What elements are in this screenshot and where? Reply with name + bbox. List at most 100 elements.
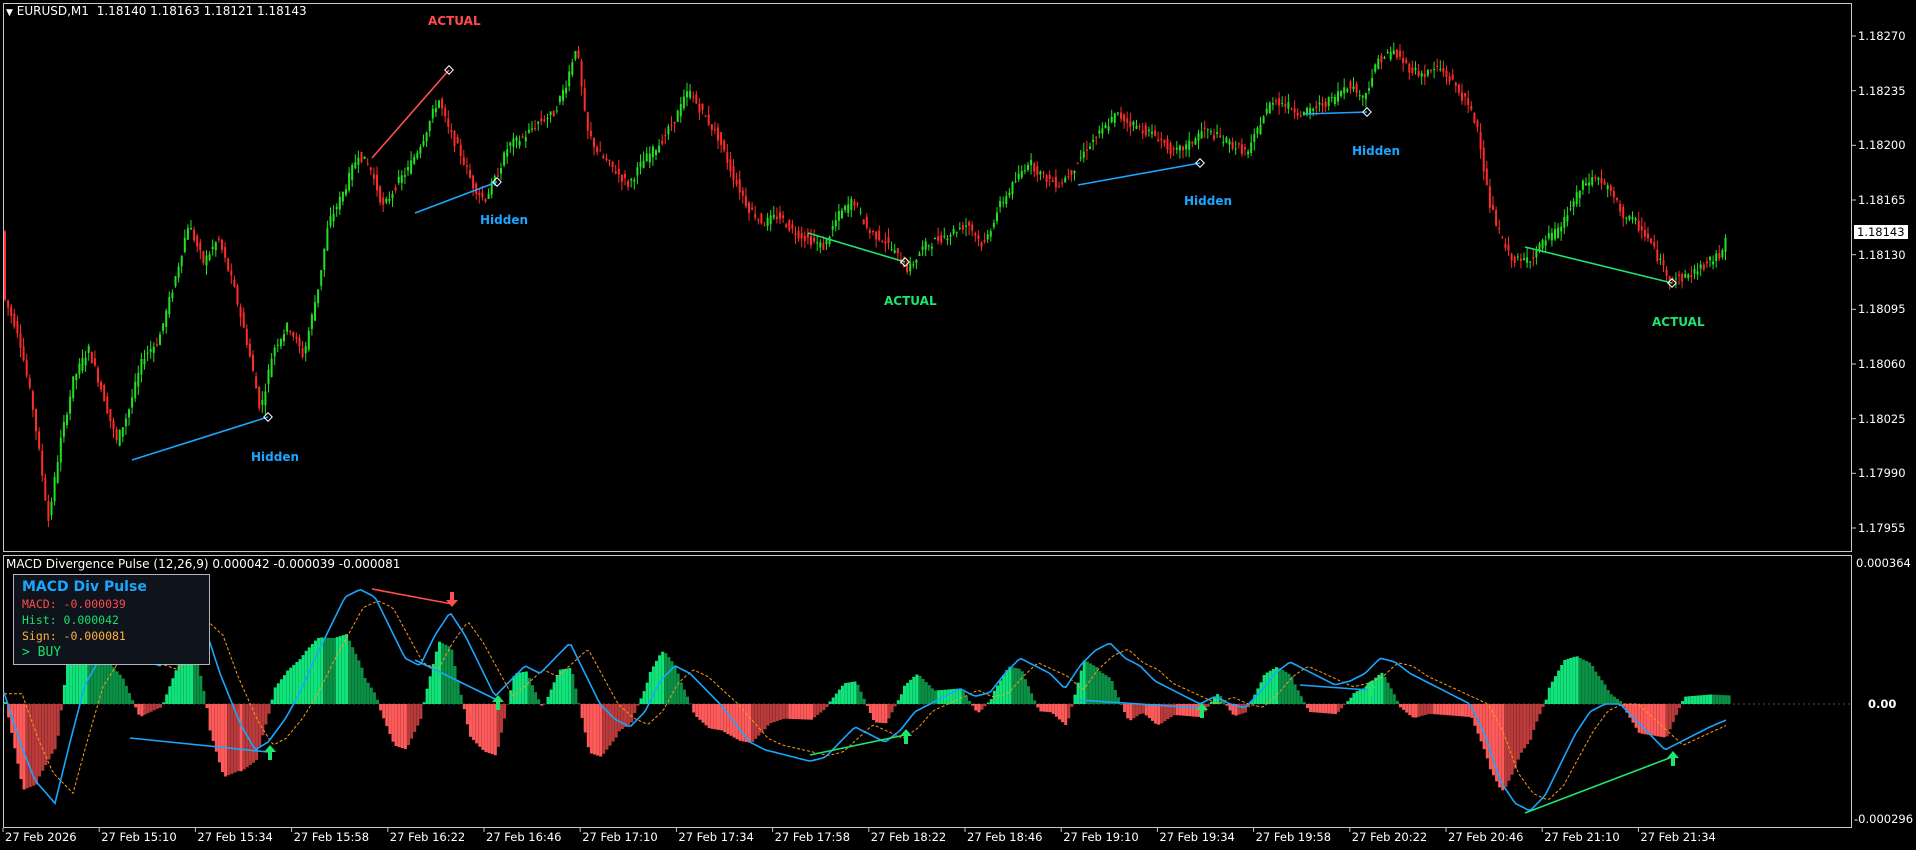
candle-body <box>912 264 915 266</box>
candle-body <box>537 121 540 124</box>
candle-body <box>202 251 205 264</box>
candle-body <box>701 103 704 110</box>
histogram-bar <box>1439 704 1443 715</box>
histogram-bar <box>834 693 838 704</box>
candle-body <box>881 241 884 242</box>
candle-body <box>84 357 87 366</box>
candle-body <box>1634 218 1637 221</box>
candle-body <box>1588 182 1591 186</box>
candle-body <box>1473 112 1476 123</box>
histogram-bar <box>1020 671 1024 704</box>
histogram-bar <box>434 651 438 704</box>
candle-body <box>106 396 109 414</box>
histogram-bar <box>1383 676 1387 704</box>
candle-body <box>837 211 840 221</box>
candle-body <box>1371 78 1374 87</box>
candle-body <box>989 231 992 237</box>
histogram-bar <box>1488 704 1492 770</box>
candle-body <box>444 107 447 117</box>
histogram-bar <box>159 704 162 708</box>
candle-body <box>1643 229 1646 237</box>
histogram-bar <box>1408 704 1412 716</box>
histogram-bar <box>527 678 531 704</box>
histogram-bar <box>354 653 358 704</box>
histogram-bar <box>887 704 891 719</box>
candle-body <box>605 158 608 161</box>
candle-body <box>190 228 192 230</box>
candle-body <box>121 427 124 437</box>
histogram-bar <box>717 704 720 730</box>
histogram-bar <box>490 704 494 755</box>
histogram-bar <box>1411 704 1415 718</box>
histogram-bar <box>1293 684 1297 704</box>
candle-body <box>97 368 99 383</box>
chart-menu-icon[interactable]: ▼ <box>6 8 13 18</box>
candle-body <box>4 231 6 300</box>
candle-body <box>1355 83 1358 94</box>
histogram-bar <box>1519 704 1523 753</box>
divergence-line <box>131 416 269 461</box>
histogram-bar <box>56 704 60 736</box>
candle-body <box>1414 67 1417 71</box>
histogram-bar <box>472 704 476 741</box>
candle-body <box>534 128 537 129</box>
histogram-bar <box>1082 660 1086 704</box>
histogram-bar <box>1138 704 1142 715</box>
candle-body <box>1575 192 1578 205</box>
histogram-bar <box>1058 704 1061 720</box>
candle-body <box>1585 183 1587 186</box>
candle-body <box>75 374 78 381</box>
histogram-bar <box>211 704 215 742</box>
histogram-bar <box>66 659 69 704</box>
histogram-bar <box>165 694 169 704</box>
histogram-bar <box>664 653 668 704</box>
candle-body <box>487 193 490 199</box>
candle-body <box>1603 181 1606 185</box>
candle-body <box>425 132 428 142</box>
candle-body <box>227 258 230 271</box>
histogram-bar <box>1178 704 1182 716</box>
histogram-bar <box>422 702 426 704</box>
candle-body <box>109 409 112 422</box>
histogram-bar <box>1634 704 1638 728</box>
candle-body <box>168 297 171 315</box>
histogram-bar <box>992 690 996 704</box>
candle-body <box>87 345 90 353</box>
histogram-bar <box>1017 668 1021 704</box>
candle-body <box>949 234 952 237</box>
histogram-bar <box>710 704 714 729</box>
candle-body <box>503 152 506 166</box>
histogram-bar <box>307 647 311 704</box>
candle-body <box>1135 125 1138 129</box>
histogram-bar <box>1705 694 1709 704</box>
candle-body <box>608 160 611 161</box>
histogram-bar <box>1054 704 1058 717</box>
candle-body <box>1364 93 1367 100</box>
candle-body <box>859 211 862 213</box>
histogram-bar <box>459 694 463 704</box>
candle-body <box>379 186 382 203</box>
chart-canvas[interactable] <box>0 0 1916 850</box>
candle-body <box>382 197 385 205</box>
candle-body <box>276 344 279 346</box>
histogram-bar <box>286 670 290 704</box>
candle-body <box>955 232 958 234</box>
candle-body <box>1147 129 1150 132</box>
candle-body <box>413 157 416 164</box>
histogram-bar <box>1309 704 1313 712</box>
candle-body <box>1702 264 1705 270</box>
histogram-bar <box>1182 704 1185 716</box>
candle-body <box>38 431 41 449</box>
candle-body <box>1271 102 1274 105</box>
candle-body <box>890 249 893 251</box>
histogram-bar <box>782 704 786 719</box>
candle-body <box>1160 138 1163 141</box>
candle-body <box>738 179 741 193</box>
candle-body <box>1129 121 1132 127</box>
histogram-bar <box>1529 704 1533 740</box>
histogram-bar <box>806 704 810 720</box>
histogram-bar <box>53 704 57 750</box>
candle-body <box>763 224 766 226</box>
histogram-bar <box>1715 694 1719 704</box>
candle-body <box>695 94 698 104</box>
